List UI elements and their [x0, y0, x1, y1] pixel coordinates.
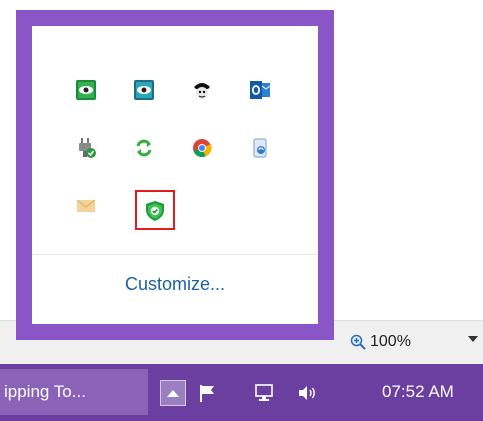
zoom-dropdown-icon[interactable]: [468, 336, 478, 342]
power-plug-check-icon[interactable]: [72, 134, 100, 162]
network-icon[interactable]: [254, 382, 276, 404]
phone-sync-icon[interactable]: [246, 134, 274, 162]
taskbar-app-button[interactable]: ipping To...: [0, 369, 148, 415]
show-hidden-icons-button[interactable]: [160, 380, 186, 406]
outlook-icon[interactable]: [246, 76, 274, 104]
action-center-flag-icon[interactable]: [196, 382, 218, 404]
selected-icon-highlight: [135, 190, 175, 230]
zoom-control[interactable]: 100%: [350, 332, 411, 352]
tray-icon-grid: [32, 26, 318, 246]
volume-icon[interactable]: [296, 382, 318, 404]
sync-arrows-icon[interactable]: [130, 134, 158, 162]
pirate-mascot-icon[interactable]: [188, 76, 216, 104]
envelope-icon[interactable]: [72, 192, 100, 220]
taskbar-clock[interactable]: 07:52 AM: [382, 382, 454, 402]
eye-green-icon[interactable]: [72, 76, 100, 104]
taskbar: ipping To... 07:52 AM: [0, 364, 483, 421]
tray-overflow-panel: Customize...: [32, 26, 318, 324]
zoom-level: 100%: [370, 333, 411, 350]
tray-overflow-flyout: Customize...: [16, 10, 334, 340]
taskbar-app-label: ipping To...: [4, 382, 86, 401]
flyout-divider: [32, 254, 318, 255]
zoom-magnifier-icon: [350, 334, 366, 350]
eye-teal-icon[interactable]: [130, 76, 158, 104]
customize-link[interactable]: Customize...: [32, 274, 318, 295]
chevron-up-icon: [167, 389, 179, 397]
chrome-icon[interactable]: [188, 134, 216, 162]
